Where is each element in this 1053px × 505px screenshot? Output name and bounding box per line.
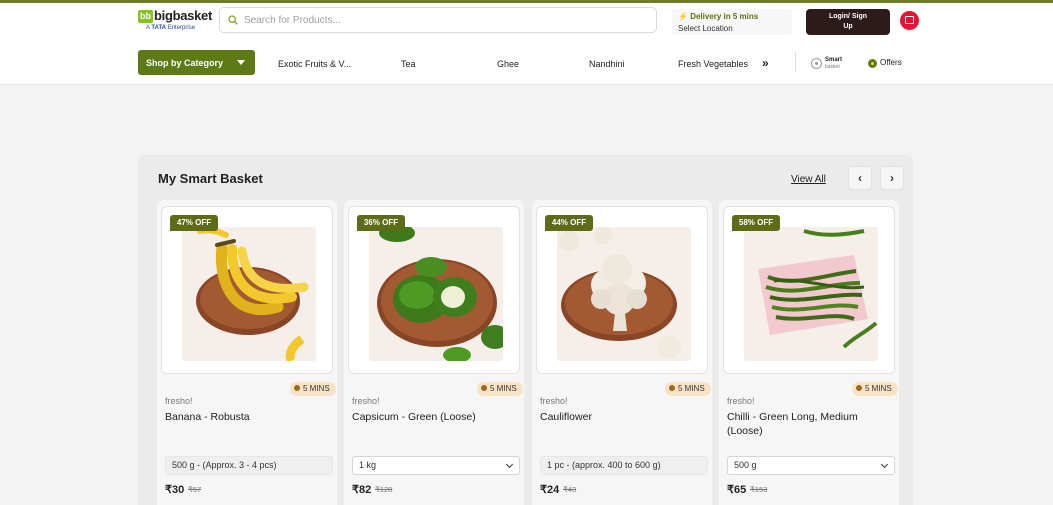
nav-divider [795, 52, 796, 72]
carousel-next-arrow-icon[interactable]: › [880, 166, 904, 190]
product-price: ₹24 [540, 484, 560, 496]
quantity-selector[interactable]: 1 kg [352, 456, 520, 475]
carousel-prev-arrow-icon[interactable]: ‹ [848, 166, 872, 190]
product-image-frame[interactable]: 44% OFF [536, 206, 708, 374]
quantity-selector[interactable]: 500 g [727, 456, 895, 475]
cauliflower-product-image [557, 227, 691, 361]
clock-icon [294, 385, 300, 391]
nav-item-ghee[interactable]: Ghee [497, 59, 519, 69]
product-card[interactable]: 47% OFF 5 MINS fresho! Banana - Robusta … [157, 200, 337, 505]
product-image-frame[interactable]: 47% OFF [161, 206, 333, 374]
banana-product-image [182, 227, 316, 361]
product-image-frame[interactable]: 58% OFF [723, 206, 895, 374]
caret-down-icon [237, 60, 245, 65]
offers-icon [868, 59, 877, 68]
nav-item-fresh-vegetables[interactable]: Fresh Vegetables [678, 59, 748, 69]
shop-by-category-button[interactable]: Shop by Category [138, 50, 255, 75]
search-bar[interactable] [219, 7, 657, 33]
clock-icon [669, 385, 675, 391]
product-name[interactable]: Banana - Robusta [165, 410, 325, 424]
product-image-frame[interactable]: 36% OFF [348, 206, 520, 374]
chilli-product-image [744, 227, 878, 361]
logo-mark-icon: bb [138, 10, 153, 23]
logo-tagline: A TATA Enterprise [146, 25, 196, 31]
nav-item-nandhini[interactable]: Nandhini [589, 59, 625, 69]
discount-badge: 36% OFF [357, 215, 405, 231]
product-card[interactable]: 36% OFF 5 MINS fresho! Capsicum - Green … [344, 200, 524, 505]
view-all-link[interactable]: View All [791, 174, 826, 185]
product-card[interactable]: 44% OFF 5 MINS fresho! Cauliflower 1 pc … [532, 200, 712, 505]
select-location-label: Select Location [678, 24, 733, 33]
bigbasket-logo[interactable]: bb bigbasket A TATA Enterprise [138, 8, 212, 34]
product-mrp: ₹43 [563, 485, 577, 494]
product-price: ₹30 [165, 484, 185, 496]
product-mrp: ₹57 [188, 485, 202, 494]
chevron-down-icon [505, 460, 514, 469]
product-brand: fresho! [352, 396, 380, 406]
shop-by-category-label: Shop by Category [146, 58, 224, 68]
smart-basket-link[interactable]: Smart basket [811, 56, 861, 72]
search-input[interactable] [244, 11, 644, 29]
quantity-selector[interactable]: 500 g - (Approx. 3 - 4 pcs) [165, 456, 333, 475]
login-signup-button[interactable]: Login/ Sign Up [806, 9, 890, 35]
product-mrp: ₹153 [750, 485, 768, 494]
clock-icon [856, 385, 862, 391]
product-brand: fresho! [165, 396, 193, 406]
delivery-time-badge: 5 MINS [290, 382, 336, 396]
quantity-selector[interactable]: 1 pc - (approx. 400 to 600 g) [540, 456, 708, 475]
logo-text: bigbasket [154, 8, 212, 23]
nav-more-chevron-icon[interactable]: » [762, 56, 769, 70]
discount-badge: 44% OFF [545, 215, 593, 231]
product-brand: fresho! [727, 396, 755, 406]
offers-link[interactable]: Offers [868, 58, 918, 70]
cart-icon[interactable] [900, 11, 919, 30]
product-name[interactable]: Chilli - Green Long, Medium (Loose) [727, 410, 887, 438]
nav-item-tea[interactable]: Tea [401, 59, 416, 69]
delivery-location-selector[interactable]: ⚡ Delivery in 5 mins Select Location [672, 9, 792, 35]
capsicum-product-image [369, 227, 503, 361]
delivery-time: ⚡ Delivery in 5 mins [678, 12, 759, 21]
clock-icon [481, 385, 487, 391]
product-card[interactable]: 58% OFF 5 MINS fresho! Chilli - Green Lo… [719, 200, 899, 505]
product-mrp: ₹128 [375, 485, 393, 494]
delivery-time-badge: 5 MINS [665, 382, 711, 396]
discount-badge: 58% OFF [732, 215, 780, 231]
chevron-down-icon [880, 460, 889, 469]
product-price: ₹82 [352, 484, 372, 496]
section-title: My Smart Basket [158, 171, 263, 186]
discount-badge: 47% OFF [170, 215, 218, 231]
smart-basket-icon [811, 58, 822, 69]
product-brand: fresho! [540, 396, 568, 406]
search-icon [228, 15, 238, 25]
nav-item-exotic-fruits[interactable]: Exotic Fruits & V... [278, 59, 351, 69]
delivery-time-badge: 5 MINS [477, 382, 523, 396]
product-name[interactable]: Cauliflower [540, 410, 700, 424]
product-name[interactable]: Capsicum - Green (Loose) [352, 410, 512, 424]
product-price: ₹65 [727, 484, 747, 496]
delivery-time-badge: 5 MINS [852, 382, 898, 396]
